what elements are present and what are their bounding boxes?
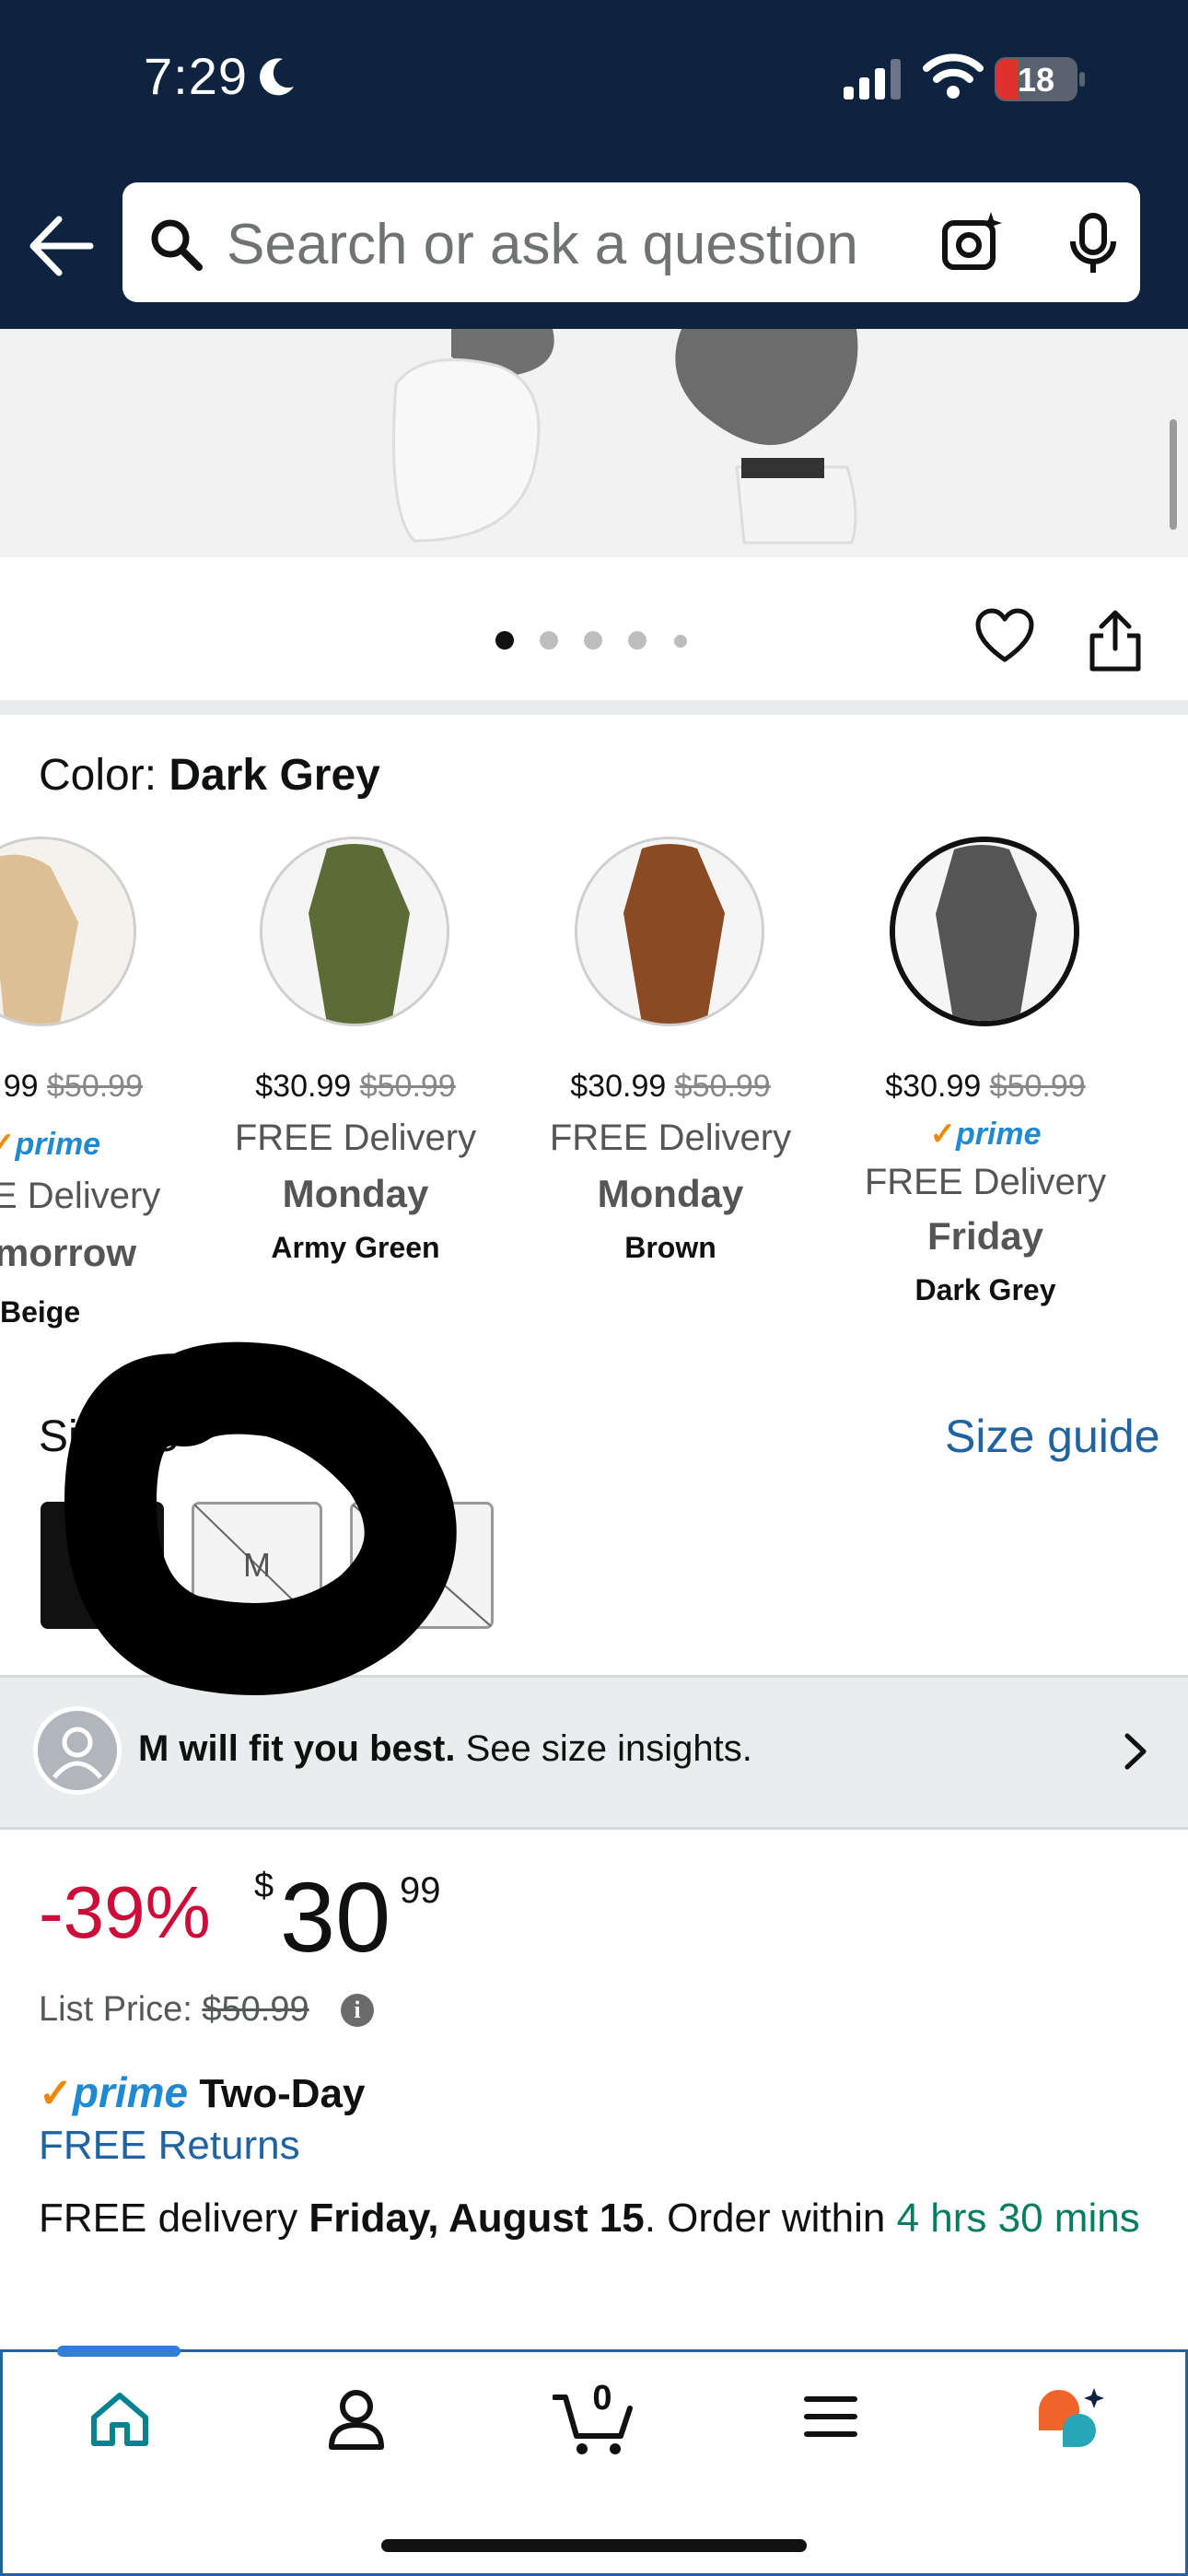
home-icon[interactable] [88, 2390, 151, 2449]
camera-search-icon[interactable] [941, 210, 1002, 275]
cart-count: 0 [592, 2379, 612, 2418]
swatch-color-name: Beige [0, 1295, 81, 1329]
wifi-icon [923, 53, 984, 99]
prime-text: prime [955, 1117, 1042, 1152]
swatch-delivery-day: Friday [926, 1214, 1044, 1258]
swatch-price-current: 99 [3, 1069, 39, 1104]
active-tab-indicator [57, 2346, 181, 2357]
swatch-color-name: Army Green [271, 1231, 440, 1264]
product-photo-illustration [392, 329, 858, 544]
section-divider [0, 700, 1188, 715]
swatch-info-beige[interactable]: 99 $50.99 [0, 1069, 143, 1105]
signal-icon [844, 59, 901, 100]
swatch-delivery-day: Monday [597, 1172, 744, 1215]
battery-level: 18 [1017, 61, 1055, 99]
delivery-mid: . Order within [644, 2195, 897, 2241]
prime-two-day: ✓prime Two-Day [39, 2068, 366, 2116]
swatch-delivery: FREE Delivery [864, 1162, 1107, 1202]
account-icon[interactable] [328, 2388, 385, 2451]
swatch-price: $30.99 $50.99 [523, 1069, 818, 1105]
list-price: List Price: $50.99 [39, 1990, 309, 2030]
search-input[interactable]: Search or ask a question [227, 212, 858, 277]
swatch-price-old: $50.99 [359, 1069, 456, 1104]
prime-logo-text: prime [72, 2068, 189, 2116]
swatch-info-dark-grey[interactable]: $30.99 $50.99 ✓prime FREE Delivery Frida… [838, 1069, 1133, 1307]
swatch-delivery: E Delivery [0, 1176, 161, 1216]
swatch-price: $30.99 $50.99 [838, 1069, 1133, 1105]
swatch-delivery: FREE Delivery [549, 1118, 792, 1158]
scrollbar[interactable] [1170, 419, 1177, 530]
swatch-price-current: $30.99 [255, 1069, 352, 1104]
swatch-color-name: Brown [624, 1231, 716, 1264]
carousel-dot[interactable] [584, 631, 602, 650]
swatch-price-current: $30.99 [885, 1069, 982, 1104]
swatch-price: 99 $50.99 [0, 1069, 143, 1105]
delivery-countdown: 4 hrs 30 mins [896, 2195, 1140, 2241]
home-indicator [381, 2539, 807, 2552]
menu-icon[interactable] [803, 2394, 858, 2440]
list-price-value: $50.99 [202, 1990, 309, 2029]
delivery-prefix: FREE delivery [39, 2195, 309, 2241]
swatch-army-green[interactable] [260, 837, 449, 1026]
carousel-dot[interactable] [540, 631, 558, 650]
swatch-info-brown[interactable]: $30.99 $50.99 FREE Delivery Monday Brown [523, 1069, 818, 1265]
moon-icon [260, 58, 294, 96]
discount-percent: -39% [39, 1871, 211, 1953]
swatch-delivery: FREE Delivery [234, 1118, 477, 1158]
prime-badge: ✓prime [929, 1117, 1042, 1152]
size-guide-link[interactable]: Size guide [945, 1410, 1160, 1463]
price-whole: 30 [280, 1861, 391, 1973]
swatch-delivery-day: morrow [0, 1231, 137, 1274]
list-price-label: List Price: [39, 1990, 203, 2029]
share-icon[interactable] [1087, 608, 1144, 673]
rufus-assistant-icon[interactable] [1035, 2388, 1105, 2453]
free-returns-link[interactable]: FREE Returns [39, 2123, 300, 2169]
color-label: Color: Dark Grey [39, 750, 380, 801]
microphone-icon[interactable] [1066, 212, 1120, 276]
back-arrow-icon[interactable] [26, 214, 96, 278]
prime-text: prime [15, 1127, 101, 1162]
swatch-color-name: Dark Grey [914, 1273, 1056, 1306]
chevron-right-icon[interactable] [1122, 1732, 1149, 1771]
price-currency: $ [254, 1867, 274, 1905]
status-time: 7:29 [144, 47, 248, 105]
swatch-dark-grey[interactable] [890, 837, 1079, 1026]
battery-indicator: 18 [995, 57, 1085, 101]
color-label-text: Color: [39, 751, 169, 800]
search-icon [151, 219, 203, 271]
prime-badge: ✓prime [0, 1127, 101, 1162]
product-image[interactable] [0, 329, 1188, 557]
swatch-brown[interactable] [575, 837, 764, 1026]
heart-icon[interactable] [974, 608, 1035, 665]
delivery-date: Friday, August 15 [309, 2195, 645, 2241]
swatch-price-old: $50.99 [47, 1069, 143, 1104]
scribble-mark [64, 1341, 457, 1695]
price-cents: 99 [400, 1870, 441, 1911]
carousel-dot-active[interactable] [495, 631, 514, 650]
swatch-price-old: $50.99 [674, 1069, 771, 1104]
swatch-price-old: $50.99 [989, 1069, 1086, 1104]
color-value: Dark Grey [169, 751, 380, 800]
carousel-dot[interactable] [628, 631, 646, 650]
two-day-text: Two-Day [199, 2071, 366, 2116]
info-icon[interactable]: i [341, 1994, 374, 2027]
swatch-price: $30.99 $50.99 [208, 1069, 503, 1105]
delivery-info: FREE delivery Friday, August 15. Order w… [39, 2191, 1153, 2246]
swatch-beige[interactable] [0, 837, 136, 1026]
swatch-price-current: $30.99 [570, 1069, 667, 1104]
swatch-info-army-green[interactable]: $30.99 $50.99 FREE Delivery Monday Army … [208, 1069, 503, 1265]
carousel-dot[interactable] [674, 635, 687, 648]
swatch-delivery-day: Monday [282, 1172, 429, 1215]
